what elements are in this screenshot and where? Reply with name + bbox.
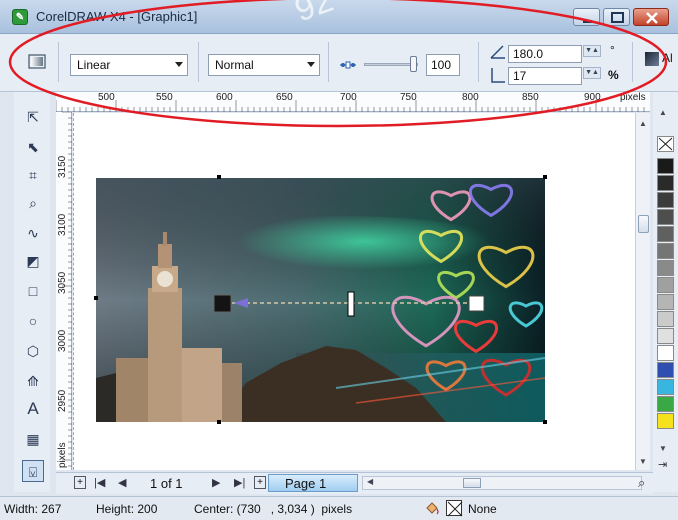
palette-swatch[interactable] (657, 175, 674, 191)
palette-swatch[interactable] (657, 328, 674, 344)
page-navigator: + |◀ ◀ 1 of 1 ▶ ▶| + Page 1 ◀ ⌕ (56, 472, 653, 494)
palette-scroll-down-icon[interactable]: ▼ (659, 444, 667, 453)
palette-swatch[interactable] (657, 345, 674, 361)
fill-start-node[interactable] (213, 294, 232, 313)
palette-swatch[interactable] (657, 379, 674, 395)
outline-none-icon (446, 500, 463, 517)
palette-swatch[interactable] (657, 243, 674, 259)
palette-swatch[interactable] (657, 226, 674, 242)
fill-vector-overlay (94, 175, 547, 424)
palette-scroll-up-icon[interactable]: ▲ (659, 108, 667, 117)
object-center: Center: (730 , 3,034 ) pixels (194, 502, 353, 516)
selection-handle (543, 420, 547, 424)
fill-midpoint-slider[interactable] (347, 291, 355, 317)
selection-handle (217, 420, 221, 424)
selection-handle (217, 175, 221, 179)
fill-end-node[interactable] (468, 295, 485, 312)
scroll-left-arrow-icon[interactable]: ◀ (367, 477, 373, 486)
palette-swatch[interactable] (657, 294, 674, 310)
no-color-swatch[interactable] (657, 136, 674, 152)
palette-end-icon[interactable]: ⇥ (658, 458, 667, 471)
tab-page-1[interactable]: Page 1 (268, 474, 358, 492)
vertical-scrollbar[interactable]: ▲ ▼ (635, 113, 650, 470)
palette-swatch[interactable] (657, 209, 674, 225)
last-page-icon[interactable]: ▶| (234, 476, 245, 489)
palette-swatch[interactable] (657, 413, 674, 429)
palette-swatch[interactable] (657, 396, 674, 412)
page-count: 1 of 1 (150, 476, 183, 491)
fill-bucket-icon (424, 500, 440, 516)
object-height: Height: 200 (96, 502, 158, 516)
hscroll-thumb[interactable] (463, 478, 481, 488)
palette-swatch[interactable] (657, 311, 674, 327)
scroll-down-arrow-icon[interactable]: ▼ (639, 457, 647, 466)
zoom-navigator-icon[interactable]: ⌕ (638, 475, 645, 491)
add-page-after-icon[interactable]: + (254, 476, 266, 489)
palette-swatch[interactable] (657, 192, 674, 208)
selection-handle (543, 175, 547, 179)
first-page-icon[interactable]: |◀ (94, 476, 105, 489)
horizontal-scrollbar[interactable]: ◀ (362, 476, 642, 490)
next-page-icon[interactable]: ▶ (212, 476, 220, 489)
scroll-thumb[interactable] (638, 215, 649, 233)
status-bar: Width: 267 Height: 200 Center: (730 , 3,… (0, 496, 678, 520)
prev-page-icon[interactable]: ◀ (118, 476, 126, 489)
palette-swatch[interactable] (657, 260, 674, 276)
add-page-icon[interactable]: + (74, 476, 86, 489)
palette-swatch[interactable] (657, 362, 674, 378)
palette-swatch[interactable] (657, 277, 674, 293)
outline-none-label: None (468, 502, 497, 516)
selection-handle (94, 296, 98, 300)
scroll-up-arrow-icon[interactable]: ▲ (639, 119, 647, 128)
palette-swatch[interactable] (657, 158, 674, 174)
color-palette: ▲ ▼ ⇥ (653, 92, 678, 492)
fill-arrowhead (234, 298, 248, 308)
object-width: Width: 267 (4, 502, 62, 516)
